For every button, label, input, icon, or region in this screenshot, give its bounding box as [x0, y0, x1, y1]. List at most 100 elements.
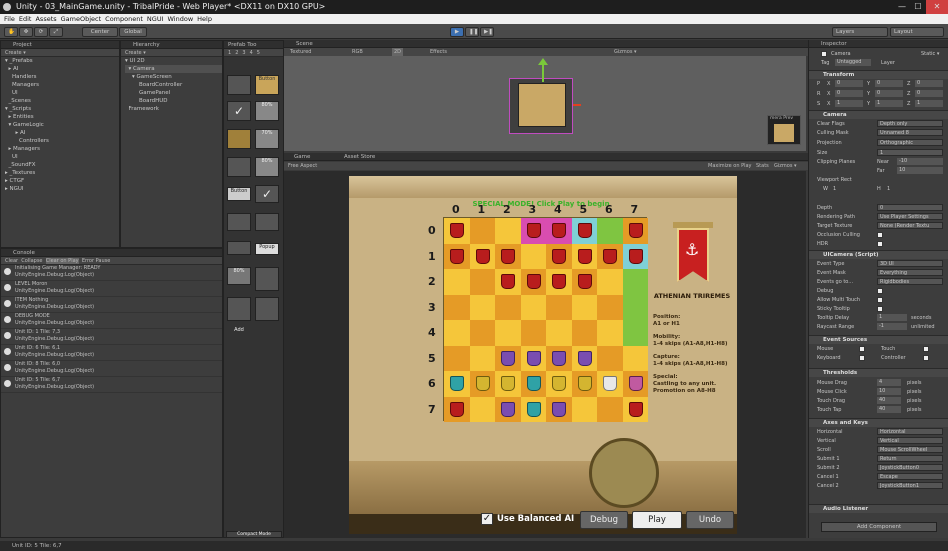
prefab-checkbox-icon[interactable]: ✓ — [227, 101, 251, 121]
camera-header[interactable]: Camera — [809, 110, 948, 119]
debug-checkbox[interactable] — [877, 288, 883, 294]
transform-s-y-field[interactable]: 1 — [875, 100, 903, 107]
thresholds-header[interactable]: Thresholds — [809, 368, 948, 377]
board-square[interactable] — [444, 218, 470, 244]
prefab-popup[interactable]: Popup — [255, 243, 279, 255]
hierarchy-tree-item[interactable]: ▾ Camera — [125, 65, 222, 73]
board-square[interactable] — [622, 294, 648, 320]
project-tree-item[interactable]: ▸ _Textures — [5, 169, 119, 177]
project-tree-item[interactable]: ▾ GameLogic — [5, 121, 119, 129]
multi-checkbox[interactable] — [877, 297, 883, 303]
unit-red-icon[interactable] — [577, 223, 592, 238]
prefab-slider-3[interactable]: 80% — [227, 267, 251, 285]
project-tree-item[interactable]: _SoundFX — [5, 161, 119, 169]
board-square[interactable] — [546, 396, 572, 422]
board-square[interactable] — [495, 320, 521, 346]
unit-red-icon[interactable] — [475, 248, 490, 264]
tag-dropdown[interactable]: Untagged — [835, 59, 871, 66]
unit-red-icon[interactable] — [501, 274, 515, 289]
unit-teal-icon[interactable] — [526, 376, 541, 391]
scene-textured-dropdown[interactable]: Textured — [290, 48, 311, 56]
console-log-item[interactable]: LEVEL Moron UnityEngine.Debug:Log(Object) — [1, 281, 222, 297]
board-square[interactable] — [597, 294, 623, 320]
board-square[interactable] — [520, 371, 546, 397]
hierarchy-tree-item[interactable]: ▾ UI 2D — [125, 57, 222, 65]
board-square[interactable] — [546, 243, 572, 269]
board-square[interactable] — [520, 294, 546, 320]
prefab-page-5[interactable]: 5 — [257, 50, 264, 56]
play-button[interactable]: Play — [632, 511, 682, 529]
menu-edit[interactable]: Edit — [19, 14, 32, 24]
board-square[interactable] — [495, 243, 521, 269]
vp-w-field[interactable]: 1 — [833, 185, 836, 193]
scene-x-axis[interactable] — [573, 104, 581, 106]
console-log-item[interactable]: Unit ID: 5 Tile: 6,7 UnityEngine.Debug:Lo… — [1, 377, 222, 393]
board-square[interactable] — [622, 345, 648, 371]
transform-r-z-field[interactable]: 0 — [915, 90, 943, 97]
transform-p-z-field[interactable]: 0 — [915, 80, 943, 87]
scene-y-axis[interactable] — [542, 62, 544, 82]
prefab-button-1[interactable]: Button — [255, 75, 279, 95]
unit-purple-icon[interactable] — [526, 350, 541, 366]
board-square[interactable] — [546, 320, 572, 346]
console-log-item[interactable]: ITEM Nothing UnityEngine.Debug:Log(Object… — [1, 297, 222, 313]
scene-selection-frame[interactable] — [509, 78, 573, 134]
board-square[interactable] — [444, 371, 470, 397]
event-mask-field[interactable]: Everything — [877, 269, 943, 276]
board-square[interactable] — [597, 269, 623, 295]
hand-tool-icon[interactable]: ✋ — [4, 27, 18, 37]
cancel2-field[interactable]: JoystickButton1 — [877, 482, 943, 489]
board-square[interactable] — [597, 218, 623, 244]
event-source-checkbox[interactable] — [923, 355, 929, 361]
prefab-sprite[interactable] — [227, 129, 251, 149]
event-sources-header[interactable]: Event Sources — [809, 335, 948, 344]
unit-red-icon[interactable] — [552, 223, 566, 238]
prefab-button-2[interactable]: Button — [227, 187, 251, 201]
horizontal-field[interactable]: Horizontal — [877, 428, 943, 435]
debug-button[interactable]: Debug — [580, 511, 628, 529]
board-square[interactable] — [520, 320, 546, 346]
unit-yel-icon[interactable] — [577, 376, 592, 391]
board-square[interactable] — [444, 294, 470, 320]
board-square[interactable] — [546, 294, 572, 320]
raycast-field[interactable]: -1 — [877, 323, 907, 330]
prefab-page-3[interactable]: 3 — [242, 50, 249, 56]
board-square[interactable] — [444, 320, 470, 346]
board-square[interactable] — [469, 294, 495, 320]
board-square[interactable] — [597, 243, 623, 269]
menu-gameobject[interactable]: GameObject — [61, 14, 102, 24]
balanced-ai-checkbox[interactable]: ✓ — [481, 513, 493, 525]
console-log-item[interactable]: Unit ID: 6 Tile: 6,1 UnityEngine.Debug:Lo… — [1, 345, 222, 361]
culling-field[interactable]: Unnamed 8 — [877, 129, 943, 136]
vp-h-field[interactable]: 1 — [887, 185, 890, 193]
project-tree-item[interactable]: Handlers — [5, 73, 119, 81]
menu-file[interactable]: File — [4, 14, 15, 24]
submit1-field[interactable]: Return — [877, 455, 943, 462]
static-toggle[interactable]: Static ▾ — [921, 50, 939, 58]
board-square[interactable] — [520, 396, 546, 422]
unit-red-icon[interactable] — [552, 248, 566, 264]
console-error-pause-toggle[interactable]: Error Pause — [82, 258, 110, 264]
console-clear-button[interactable]: Clear — [5, 258, 18, 264]
asset-store-tab[interactable]: Asset Store — [344, 153, 375, 161]
layers-dropdown[interactable]: Layers — [832, 27, 888, 37]
prefab-page-4[interactable]: 4 — [250, 50, 257, 56]
board-square[interactable] — [622, 218, 648, 244]
pivot-button[interactable]: Center — [82, 27, 118, 37]
threshold-field[interactable]: 40 — [877, 406, 901, 413]
unit-red-icon[interactable] — [603, 248, 617, 264]
board-square[interactable] — [546, 345, 572, 371]
add-component-button[interactable]: Add Component — [821, 522, 937, 532]
hierarchy-create-button[interactable]: Create ▾ — [121, 49, 222, 57]
console-collapse-button[interactable]: Collapse — [21, 258, 42, 264]
board-square[interactable] — [520, 345, 546, 371]
board-square[interactable] — [469, 396, 495, 422]
transform-p-x-field[interactable]: 0 — [835, 80, 863, 87]
unit-teal-icon[interactable] — [450, 376, 464, 391]
uicamera-header[interactable]: UICamera (Script) — [809, 250, 948, 259]
close-icon[interactable]: ✕ — [926, 0, 948, 14]
board-square[interactable] — [444, 269, 470, 295]
cancel1-field[interactable]: Escape — [877, 473, 943, 480]
board-square[interactable] — [469, 345, 495, 371]
depth-field[interactable]: 0 — [877, 204, 943, 211]
